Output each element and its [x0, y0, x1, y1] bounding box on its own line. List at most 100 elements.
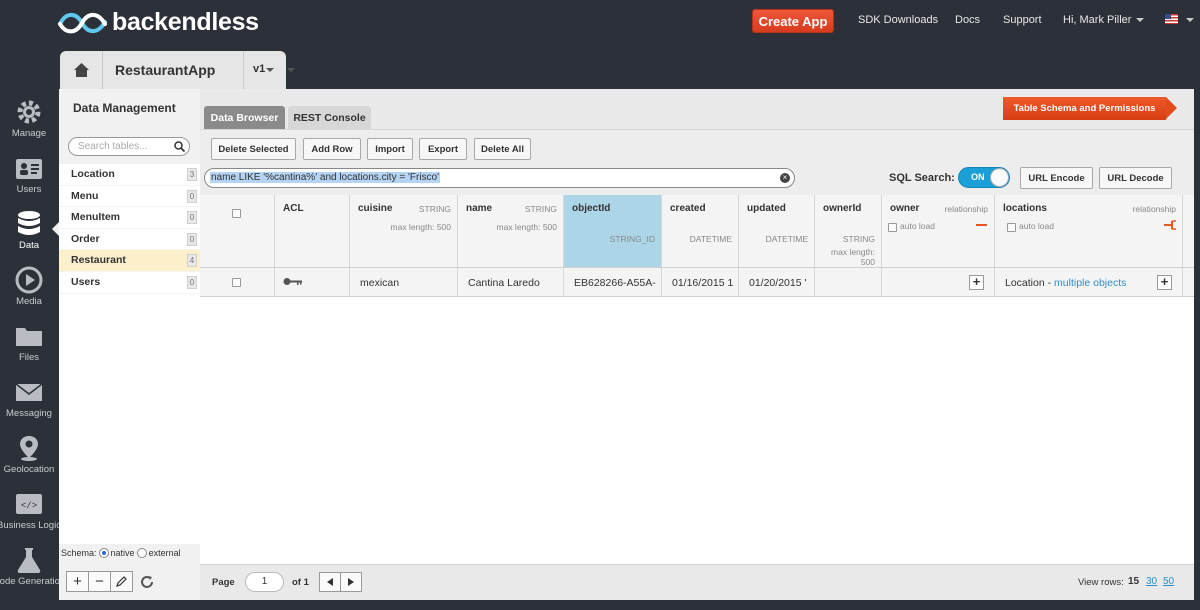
panel-title: Data Management [73, 101, 176, 115]
sdk-downloads-link[interactable]: SDK Downloads [858, 14, 938, 26]
column-header-owner[interactable]: owner relationship auto load [882, 195, 995, 267]
select-all-checkbox[interactable] [232, 209, 241, 218]
multiple-objects-link[interactable]: multiple objects [1054, 277, 1126, 289]
user-menu[interactable]: Hi, Mark Piller [1063, 14, 1145, 26]
table-count-badge: 3 [187, 168, 197, 181]
next-page-button[interactable] [340, 572, 362, 592]
created-cell[interactable]: 01/16/2015 1 [662, 268, 739, 296]
table-row[interactable]: mexican Cantina Laredo EB628266-A55A- 01… [200, 268, 1194, 297]
table-schema-button[interactable]: Table Schema and Permissions [1003, 97, 1177, 120]
clear-icon[interactable]: × [780, 173, 790, 183]
nav-code-generation[interactable]: Code Generation [0, 546, 65, 602]
table-item-location[interactable]: Location 3 [59, 164, 200, 186]
table-item-menuitem[interactable]: MenuItem 0 [59, 207, 200, 229]
delete-all-button[interactable]: Delete All [474, 138, 531, 160]
locations-cell[interactable]: Location - multiple objects + [995, 268, 1183, 296]
table-item-restaurant[interactable]: Restaurant 4 [59, 250, 200, 272]
schema-native-radio[interactable] [98, 548, 109, 558]
nav-media[interactable]: Media [0, 266, 58, 322]
row-select-cell [200, 268, 275, 296]
add-row-button[interactable]: Add Row [303, 138, 361, 160]
column-header-created[interactable]: created DATETIME [662, 195, 739, 267]
page-number-input[interactable]: 1 [245, 572, 284, 592]
map-pin-icon [20, 436, 38, 461]
svg-text:</>: </> [21, 501, 37, 511]
add-relation-button[interactable]: + [969, 275, 984, 290]
app-name[interactable]: RestaurantApp [115, 62, 215, 78]
rows-option-30[interactable]: 30 [1146, 576, 1157, 587]
edit-table-button[interactable] [110, 571, 133, 592]
cuisine-cell[interactable]: mexican [350, 268, 458, 296]
updated-cell[interactable]: 01/20/2015 ' [739, 268, 815, 296]
name-cell[interactable]: Cantina Laredo [458, 268, 564, 296]
table-item-menu[interactable]: Menu 0 [59, 186, 200, 208]
column-type: DATETIME [689, 234, 732, 244]
nav-data[interactable]: Data [0, 210, 58, 266]
us-flag-icon[interactable] [1165, 14, 1178, 24]
column-name: ownerId [823, 203, 862, 214]
docs-link[interactable]: Docs [955, 14, 980, 26]
table-item-order[interactable]: Order 0 [59, 229, 200, 251]
nav-files[interactable]: Files [0, 322, 58, 378]
nav-geolocation[interactable]: Geolocation [0, 434, 58, 490]
key-icon[interactable] [283, 277, 303, 286]
nav-business-logic[interactable]: </> Business Logic [0, 490, 61, 546]
import-button[interactable]: Import [367, 138, 413, 160]
envelope-icon [15, 383, 43, 401]
table-count-badge: 4 [187, 254, 197, 268]
table-item-users[interactable]: Users 0 [59, 272, 200, 294]
chevron-down-icon[interactable] [287, 68, 295, 72]
nav-manage[interactable]: Manage [0, 98, 58, 154]
brand-logo[interactable]: backendless [58, 8, 259, 37]
column-header-ownerid[interactable]: ownerId STRING max length: 500 [815, 195, 882, 267]
refresh-button[interactable] [137, 571, 157, 592]
column-header-locations[interactable]: locations relationship auto load [995, 195, 1183, 267]
schema-external-label: external [148, 548, 181, 558]
add-relation-button[interactable]: + [1157, 275, 1172, 290]
row-checkbox[interactable] [232, 278, 241, 287]
column-type: relationship [944, 204, 988, 214]
app-version[interactable]: v1 [253, 63, 265, 75]
prev-page-button[interactable] [319, 572, 341, 592]
search-tables-input[interactable]: Search tables... [68, 137, 190, 156]
schema-external-radio[interactable] [136, 548, 147, 558]
owner-cell[interactable]: + [882, 268, 995, 296]
column-header-cuisine[interactable]: cuisine STRING max length: 500 [350, 195, 458, 267]
page-label: Page [212, 577, 235, 588]
tab-data-browser[interactable]: Data Browser [204, 106, 285, 129]
url-encode-button[interactable]: URL Encode [1020, 167, 1093, 189]
home-icon[interactable] [74, 63, 89, 77]
backendless-logo-icon [58, 12, 107, 33]
auto-load-checkbox[interactable] [1007, 223, 1016, 232]
column-name: objectId [572, 203, 611, 214]
column-type: STRING [418, 204, 451, 214]
export-button[interactable]: Export [419, 138, 467, 160]
add-table-button[interactable]: + [66, 571, 89, 592]
column-constraint: max length: 500 [390, 222, 451, 232]
chevron-down-icon[interactable] [266, 68, 274, 72]
nav-messaging[interactable]: Messaging [0, 378, 58, 434]
support-link[interactable]: Support [1003, 14, 1042, 26]
rows-option-15[interactable]: 15 [1128, 576, 1139, 587]
sql-search-toggle[interactable]: ON [958, 167, 1010, 188]
delete-selected-button[interactable]: Delete Selected [211, 138, 296, 160]
ownerid-cell[interactable] [815, 268, 882, 296]
column-header-updated[interactable]: updated DATETIME [739, 195, 815, 267]
code-icon: </> [16, 494, 42, 514]
auto-load-checkbox[interactable] [888, 223, 897, 232]
column-header-acl[interactable]: ACL [275, 195, 350, 267]
remove-table-button[interactable]: − [88, 571, 111, 592]
search-icon[interactable] [174, 141, 185, 152]
table-name: Users [71, 275, 101, 288]
rows-option-50[interactable]: 50 [1163, 576, 1174, 587]
nav-users[interactable]: Users [0, 154, 58, 210]
column-header-name[interactable]: name STRING max length: 500 [458, 195, 564, 267]
toolbar: Delete Selected Add Row Import Export De… [200, 129, 1194, 195]
url-decode-button[interactable]: URL Decode [1099, 167, 1172, 189]
sql-query-input[interactable]: name LIKE '%cantina%' and locations.city… [204, 168, 795, 188]
create-app-button[interactable]: Create App [753, 10, 833, 32]
column-header-objectid[interactable]: objectId STRING_ID [564, 195, 662, 267]
tab-rest-console[interactable]: REST Console [288, 106, 371, 129]
acl-cell[interactable] [275, 268, 350, 296]
objectid-cell[interactable]: EB628266-A55A- [564, 268, 662, 296]
